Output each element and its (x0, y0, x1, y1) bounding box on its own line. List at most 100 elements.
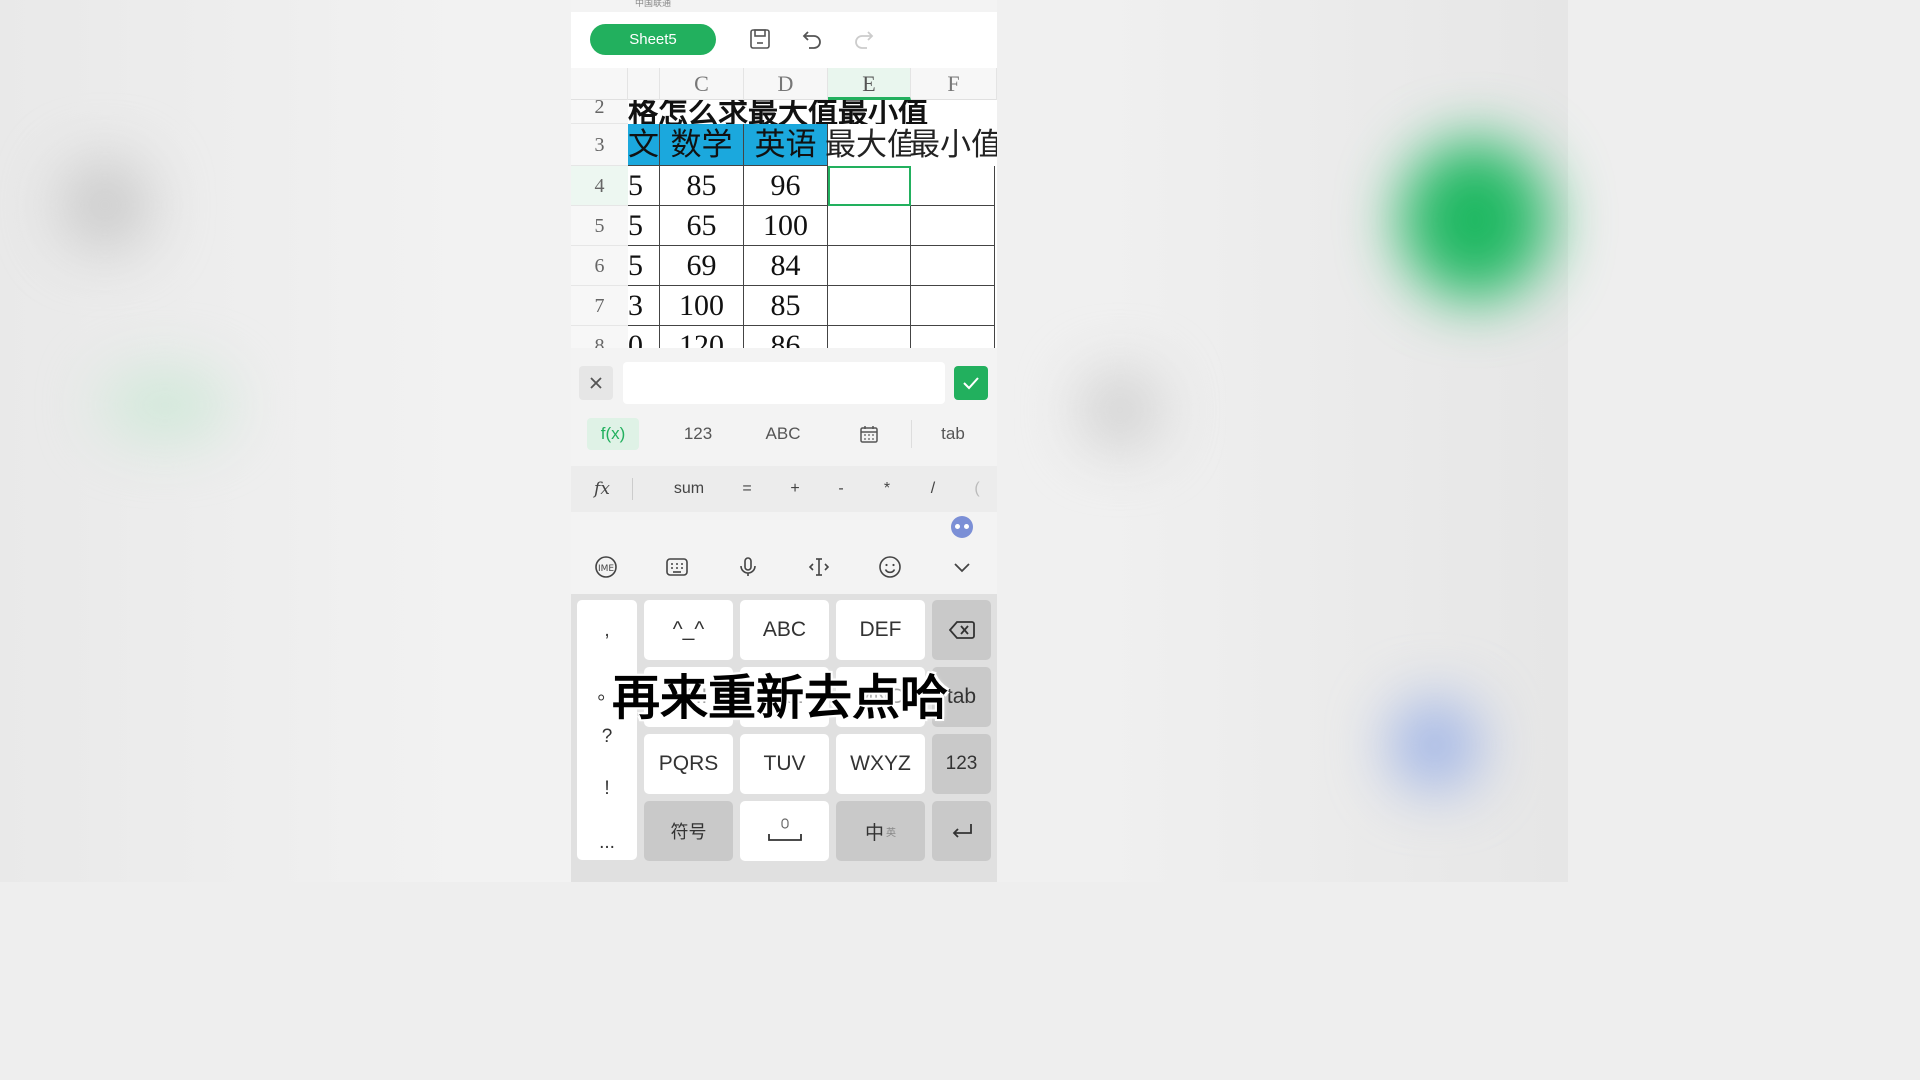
enter-key[interactable] (932, 801, 991, 861)
mode-tab-number[interactable]: 123 (673, 418, 723, 450)
row-header-8[interactable]: 8 (571, 326, 628, 348)
cell-e6[interactable] (828, 246, 911, 286)
cell-input-field[interactable] (623, 362, 945, 404)
cancel-input-button[interactable] (579, 366, 613, 400)
column-header-e[interactable]: E (828, 68, 911, 100)
header-cell-max[interactable]: 最大值 (825, 124, 911, 166)
microphone-icon[interactable] (733, 552, 763, 582)
phone-screen: 中国联通 Sheet5 C D E F 2 3 4 5 6 7 8 格怎么求最大… (571, 0, 997, 882)
cell-f5[interactable] (911, 206, 995, 246)
undo-icon[interactable] (797, 24, 827, 54)
keyboard-layout-icon[interactable] (662, 552, 692, 582)
cell-e8[interactable] (828, 326, 911, 348)
header-cell-english[interactable]: 英语 (744, 124, 828, 166)
redo-icon[interactable] (849, 24, 879, 54)
column-header-f[interactable]: F (911, 68, 997, 100)
language-switch-key[interactable]: 中 英 (836, 801, 925, 861)
punct-comma-key[interactable]: , (577, 620, 637, 642)
blurred-gray-blob-right (1080, 370, 1160, 450)
header-cell-math[interactable]: 数学 (660, 124, 744, 166)
row-header-4[interactable]: 4 (571, 166, 628, 206)
mode-tab-tab[interactable]: tab (933, 418, 973, 450)
row-header-7[interactable]: 7 (571, 286, 628, 326)
row-header-2[interactable]: 2 (571, 97, 628, 124)
keyboard-toolbar: IME (571, 512, 997, 594)
cell-f8[interactable] (911, 326, 995, 348)
fx-paren-button[interactable]: ( (967, 466, 987, 512)
cell-e5[interactable] (828, 206, 911, 246)
fx-divider (632, 478, 633, 500)
cell-f4[interactable] (911, 166, 995, 206)
space-key[interactable] (740, 801, 829, 861)
emoji-icon[interactable] (875, 552, 905, 582)
cell-d6[interactable]: 84 (744, 246, 828, 286)
cell-b6[interactable]: 5 (628, 246, 660, 286)
column-header-bar: C D E F (571, 68, 997, 100)
row-header-6[interactable]: 6 (571, 246, 628, 286)
cell-f6[interactable] (911, 246, 995, 286)
cell-d4[interactable]: 96 (744, 166, 828, 206)
mode-tab-text[interactable]: ABC (757, 418, 809, 450)
punct-question-key[interactable]: ? (577, 726, 637, 748)
input-mode-tabs: f(x) 123 ABC tab (571, 414, 997, 454)
cell-b7[interactable]: 3 (628, 286, 660, 326)
fx-multiply-button[interactable]: * (877, 466, 897, 512)
save-icon[interactable] (745, 24, 775, 54)
cell-c6[interactable]: 69 (660, 246, 744, 286)
backspace-icon (948, 621, 975, 639)
fx-divide-button[interactable]: / (923, 466, 943, 512)
lang-main-label: 中 (864, 822, 884, 844)
key-wxyz[interactable]: WXYZ (836, 734, 925, 794)
fx-plus-button[interactable]: + (785, 466, 805, 512)
key-emoticon[interactable]: ^_^ (644, 600, 733, 660)
numeric-key[interactable]: 123 (932, 734, 991, 794)
top-toolbar: Sheet5 (571, 12, 997, 68)
header-cell-min[interactable]: 最小值 (909, 124, 997, 166)
cell-b5[interactable]: 5 (628, 206, 660, 246)
key-abc[interactable]: ABC (740, 600, 829, 660)
key-pqrs[interactable]: PQRS (644, 734, 733, 794)
column-header-d[interactable]: D (744, 68, 828, 100)
mode-tab-date[interactable] (855, 418, 883, 450)
sheet-tab-button[interactable]: Sheet5 (590, 24, 716, 55)
fx-equals-button[interactable]: = (737, 466, 757, 512)
column-header-b[interactable] (628, 68, 660, 100)
punct-exclaim-key[interactable]: ! (577, 778, 637, 800)
cell-c8[interactable]: 120 (660, 326, 744, 348)
row-header-5[interactable]: 5 (571, 206, 628, 246)
punct-ellipsis-key[interactable]: ... (577, 832, 637, 854)
cell-c5[interactable]: 65 (660, 206, 744, 246)
fx-sum-button[interactable]: sum (669, 466, 709, 512)
assistant-avatar-icon[interactable] (951, 516, 973, 538)
key-tuv[interactable]: TUV (740, 734, 829, 794)
mode-tab-function[interactable]: f(x) (587, 418, 639, 450)
row-header-3[interactable]: 3 (571, 124, 628, 166)
title-cell[interactable]: 格怎么求最大值最小值 (628, 100, 997, 124)
chevron-down-icon[interactable] (947, 552, 977, 582)
column-header-c[interactable]: C (660, 68, 744, 100)
confirm-input-button[interactable] (954, 366, 988, 400)
symbol-key[interactable]: 符号 (644, 801, 733, 861)
cell-d8[interactable]: 86 (744, 326, 828, 348)
cursor-move-icon[interactable] (804, 552, 834, 582)
cell-e4-selected[interactable] (828, 166, 911, 206)
cell-f7[interactable] (911, 286, 995, 326)
cell-b8[interactable]: 0 (628, 326, 660, 348)
key-def[interactable]: DEF (836, 600, 925, 660)
cell-e7[interactable] (828, 286, 911, 326)
ime-logo-icon[interactable]: IME (591, 552, 621, 582)
fx-minus-button[interactable]: - (831, 466, 851, 512)
t9-keyboard: , 。 ? ! ... ^_^ ABC DEF GHI JKL MNO tab … (571, 594, 997, 882)
svg-text:IME: IME (598, 564, 614, 574)
blurred-gray-blob (60, 160, 150, 250)
cell-d7[interactable]: 85 (744, 286, 828, 326)
backspace-key[interactable] (932, 600, 991, 660)
cell-c4[interactable]: 85 (660, 166, 744, 206)
cell-c7[interactable]: 100 (660, 286, 744, 326)
cell-b4[interactable]: 5 (628, 166, 660, 206)
fx-label[interactable]: fx (589, 466, 615, 512)
mode-divider (911, 420, 912, 448)
cell-d5[interactable]: 100 (744, 206, 828, 246)
close-icon (590, 377, 602, 389)
header-cell-b[interactable]: 文 (628, 124, 660, 166)
